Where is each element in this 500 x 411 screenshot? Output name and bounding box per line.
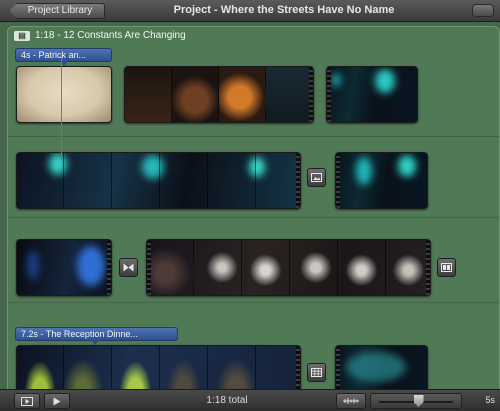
zoom-value: 5s bbox=[485, 395, 495, 405]
transition-split-screen[interactable] bbox=[437, 258, 456, 277]
audio-skim-icon bbox=[343, 398, 359, 404]
project-title: Project - Where the Streets Have No Name bbox=[173, 4, 395, 16]
row-divider bbox=[8, 217, 499, 218]
clip-reception-dinner[interactable] bbox=[146, 239, 431, 296]
playhead[interactable] bbox=[61, 54, 62, 160]
toolbar: Project Library Project - Where the Stre… bbox=[0, 0, 500, 22]
window-title: Project - Where the Streets Have No Name bbox=[0, 4, 500, 16]
row-divider bbox=[8, 136, 499, 137]
title-bubble-1[interactable]: 4s - Patrick an... bbox=[15, 48, 112, 66]
project-header-label: 1:18 - 12 Constants Are Changing bbox=[35, 30, 186, 41]
project-browser: ▤ 1:18 - 12 Constants Are Changing 4s - … bbox=[7, 26, 500, 389]
clip-cake[interactable] bbox=[124, 66, 314, 123]
zoom-slider-knob[interactable] bbox=[413, 395, 424, 407]
total-duration-label: 1:18 total bbox=[206, 395, 248, 406]
audio-skim-button[interactable] bbox=[336, 393, 366, 409]
window-toggle-button[interactable] bbox=[472, 4, 494, 17]
clip-paper-texture[interactable] bbox=[16, 66, 112, 123]
clip-dj-booth[interactable] bbox=[335, 152, 428, 209]
clip-stage-lights[interactable] bbox=[326, 66, 418, 123]
clip-reception-hall[interactable] bbox=[16, 345, 301, 389]
cross-dissolve-icon bbox=[123, 263, 134, 272]
title-bubble-2[interactable]: 7.2s - The Reception Dinne... bbox=[15, 327, 178, 345]
split-screen-icon bbox=[441, 263, 452, 272]
clip-blue-stage[interactable] bbox=[16, 239, 112, 296]
row-divider bbox=[8, 302, 499, 303]
zoom-slider[interactable] bbox=[370, 393, 462, 409]
project-header: ▤ 1:18 - 12 Constants Are Changing bbox=[8, 27, 499, 44]
project-canvas: ▤ 1:18 - 12 Constants Are Changing 4s - … bbox=[0, 22, 500, 389]
project-filmstrip-icon: ▤ bbox=[14, 30, 30, 41]
transition-cross-dissolve[interactable] bbox=[119, 258, 138, 277]
clip-dance-floor[interactable] bbox=[16, 152, 301, 209]
transition-picture[interactable] bbox=[307, 168, 326, 187]
grid-transition-icon bbox=[311, 368, 322, 377]
bottom-bar: 1:18 total 5s bbox=[0, 389, 500, 411]
picture-transition-icon bbox=[311, 173, 322, 182]
clip-confetti[interactable] bbox=[335, 345, 428, 389]
transition-grid[interactable] bbox=[307, 363, 326, 382]
